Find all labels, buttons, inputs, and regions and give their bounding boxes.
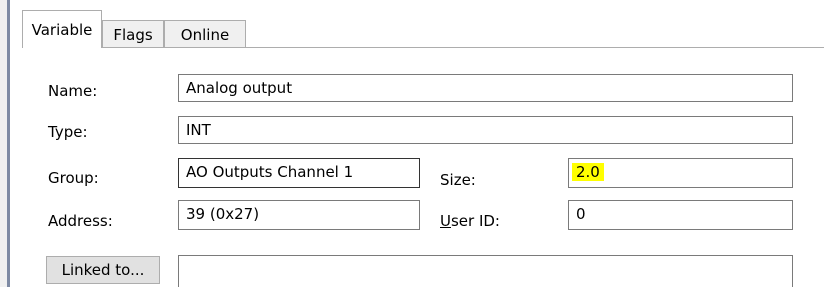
tab-label: Flags [113, 25, 153, 44]
address-value: 39 (0x27) [186, 205, 260, 223]
userid-label-rest: ser ID: [450, 212, 500, 230]
group-value: AO Outputs Channel 1 [186, 163, 354, 181]
tab-strip: Variable Flags Online [22, 10, 824, 48]
userid-label-accesskey: U [440, 212, 451, 230]
linked-to-label: Linked to... [61, 261, 145, 279]
name-label: Name: [48, 82, 98, 100]
address-label: Address: [48, 212, 113, 230]
window-left-edge [0, 0, 7, 287]
tab-panel-border [22, 47, 824, 48]
group-label: Group: [48, 169, 99, 187]
userid-label: User ID: [440, 210, 500, 232]
linked-to-field[interactable] [178, 255, 793, 287]
type-field[interactable]: INT [178, 116, 793, 144]
size-field[interactable]: 2.0 [568, 158, 793, 188]
group-field[interactable]: AO Outputs Channel 1 [178, 158, 420, 188]
size-label: Size: [440, 171, 476, 189]
name-field[interactable]: Analog output [178, 74, 793, 102]
userid-field[interactable]: 0 [568, 200, 793, 230]
tab-label: Online [180, 25, 230, 44]
name-value: Analog output [186, 79, 293, 97]
type-value: INT [186, 121, 211, 139]
window-border [7, 0, 10, 287]
tab-online[interactable]: Online [164, 20, 246, 48]
address-field[interactable]: 39 (0x27) [178, 200, 420, 230]
tab-flags[interactable]: Flags [102, 20, 164, 48]
tab-label: Variable [31, 20, 93, 39]
userid-value: 0 [576, 205, 586, 223]
size-value: 2.0 [572, 163, 604, 181]
type-label: Type: [48, 123, 88, 141]
linked-to-button[interactable]: Linked to... [46, 256, 160, 284]
tab-variable[interactable]: Variable [22, 10, 102, 48]
